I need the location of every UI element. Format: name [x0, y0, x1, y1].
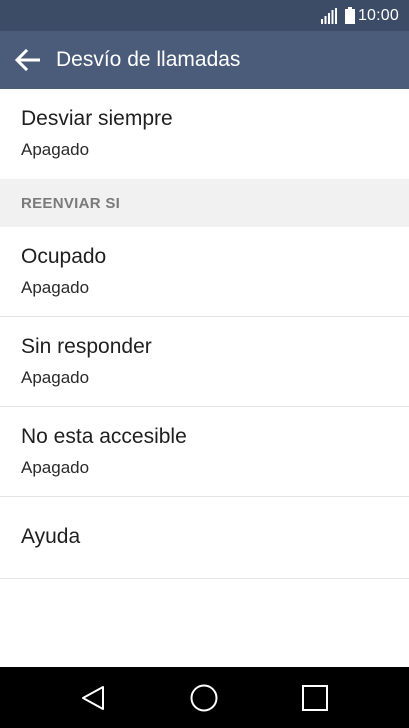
- nav-recents-button[interactable]: [298, 681, 332, 715]
- list-item-subtitle: Apagado: [21, 368, 90, 387]
- list-item-no-esta-accesible[interactable]: No esta accesible Apagado: [0, 407, 409, 497]
- screen: 10:00 Desvío de llamadas Desviar siempre…: [0, 0, 409, 728]
- list-item-title: No esta accesible: [21, 425, 187, 448]
- list-item-title: Ayuda: [21, 525, 81, 548]
- list-item-subtitle: Apagado: [21, 278, 90, 297]
- nav-recents-square-icon: [302, 685, 328, 711]
- navigation-bar: [0, 667, 409, 728]
- back-button[interactable]: [13, 45, 43, 75]
- list-item-ocupado[interactable]: Ocupado Apagado: [0, 227, 409, 317]
- list-item-title: Desviar siempre: [21, 107, 173, 130]
- settings-list: Desviar siempre Apagado REENVIAR SI Ocup…: [0, 89, 409, 579]
- list-item-desviar-siempre[interactable]: Desviar siempre Apagado: [0, 89, 409, 179]
- nav-back-button[interactable]: [76, 681, 110, 715]
- arrow-back-icon: [15, 49, 40, 71]
- list-item-title: Sin responder: [21, 335, 152, 358]
- page-title: Desvío de llamadas: [56, 48, 241, 71]
- list-item-subtitle: Apagado: [21, 458, 90, 477]
- status-time: 10:00: [357, 6, 399, 24]
- list-item-ayuda[interactable]: Ayuda: [0, 497, 409, 579]
- status-indicators: 10:00: [320, 0, 399, 31]
- battery-icon: [344, 7, 355, 24]
- signal-bars-icon: [320, 7, 337, 24]
- list-item-sin-responder[interactable]: Sin responder Apagado: [0, 317, 409, 407]
- section-header: REENVIAR SI: [0, 179, 409, 227]
- nav-back-triangle-icon: [82, 686, 104, 710]
- list-item-subtitle: Apagado: [21, 140, 90, 159]
- nav-home-circle-icon: [190, 684, 218, 712]
- list-item-title: Ocupado: [21, 245, 107, 268]
- nav-home-button[interactable]: [187, 681, 221, 715]
- status-bar: 10:00: [0, 0, 409, 31]
- app-bar: Desvío de llamadas: [0, 31, 409, 89]
